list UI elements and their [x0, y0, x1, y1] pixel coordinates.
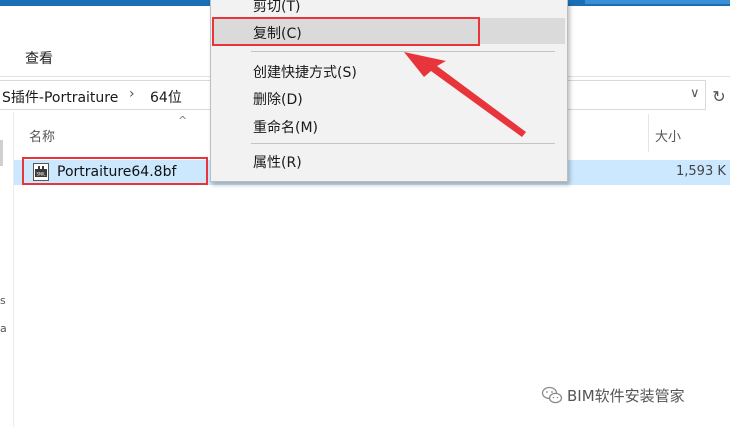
wechat-icon [541, 386, 563, 404]
nav-pane-text: a [0, 322, 7, 335]
window-top-band-accent [585, 0, 730, 4]
column-divider[interactable] [648, 114, 649, 152]
sort-ascending-icon: ^ [178, 114, 188, 127]
menu-item-delete[interactable]: 删除(D) [253, 89, 303, 109]
annotation-box-file [22, 157, 208, 185]
refresh-icon[interactable]: ↻ [709, 84, 729, 108]
nav-pane-selection [0, 140, 3, 166]
chevron-down-icon[interactable]: ∨ [690, 86, 700, 101]
menu-item-create-shortcut[interactable]: 创建快捷方式(S) [253, 62, 357, 82]
menu-item-rename[interactable]: 重命名(M) [253, 117, 318, 137]
breadcrumb-segment-parent[interactable]: S插件-Portraiture [2, 87, 118, 107]
annotation-box-copy [212, 17, 480, 46]
menu-separator [251, 51, 555, 52]
ribbon-tab-view[interactable]: 查看 [25, 48, 53, 68]
menu-separator [251, 143, 555, 144]
menu-item-properties[interactable]: 属性(R) [253, 152, 302, 172]
menu-item-cut[interactable]: 剪切(T) [253, 0, 300, 16]
breadcrumb-separator-icon[interactable]: › [129, 86, 135, 102]
breadcrumb-segment-current[interactable]: 64位 [150, 87, 182, 107]
column-header-size[interactable]: 大小 [655, 126, 681, 145]
file-size: 1,593 K [676, 164, 726, 179]
nav-pane-text: s [0, 294, 6, 307]
column-header-name[interactable]: 名称 [29, 126, 55, 145]
watermark-text: BIM软件安装管家 [567, 387, 685, 405]
